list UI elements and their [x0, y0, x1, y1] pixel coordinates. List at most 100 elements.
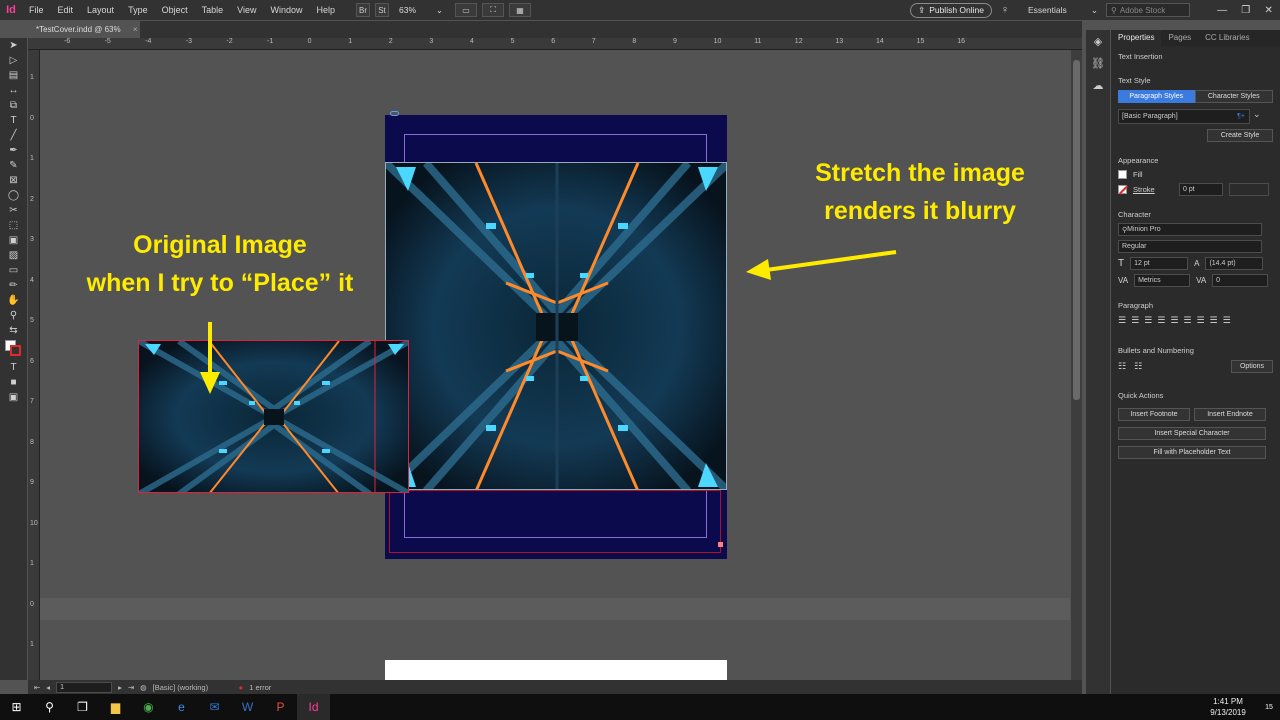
workspace-switcher[interactable]: Essentials ⌄ [1028, 5, 1098, 16]
content-collector-icon[interactable]: ⧉ [0, 98, 27, 113]
justify-all-icon[interactable]: ☰ [1196, 315, 1204, 326]
type-tool-icon[interactable]: T [0, 113, 27, 128]
free-transform-tool-icon[interactable]: ⬚ [0, 218, 27, 233]
ellipse-tool-icon[interactable]: ◯ [0, 188, 27, 203]
content-grabber-icon[interactable] [390, 111, 399, 116]
view-options-button[interactable]: ⛶ [482, 3, 504, 17]
character-styles-tab[interactable]: Character Styles [1194, 90, 1273, 103]
gap-tool-icon[interactable]: ↔ [0, 83, 27, 98]
preflight-profile[interactable]: [Basic] (working) [153, 683, 233, 692]
last-page-icon[interactable]: ⇥ [128, 683, 134, 692]
layers-icon[interactable]: ◈ [1086, 30, 1110, 52]
align-towards-spine-icon[interactable]: ☰ [1210, 315, 1218, 326]
scissors-tool-icon[interactable]: ✂ [0, 203, 27, 218]
word-icon[interactable]: W [231, 694, 264, 720]
stroke-weight-input[interactable]: 0 pt [1179, 183, 1223, 196]
line-tool-icon[interactable]: ╱ [0, 128, 27, 143]
apply-color-icon[interactable]: ■ [0, 375, 27, 390]
cc-libraries-icon[interactable]: ☁ [1086, 74, 1110, 96]
pencil-tool-icon[interactable]: ✎ [0, 158, 27, 173]
direct-selection-tool-icon[interactable]: ▷ [0, 53, 27, 68]
system-clock[interactable]: 1:41 PM 9/13/2019 [1198, 696, 1258, 718]
menu-layout[interactable]: Layout [80, 0, 121, 20]
fill-stroke-swatches[interactable] [0, 338, 27, 360]
insert-footnote-button[interactable]: Insert Footnote [1118, 408, 1190, 421]
stretched-image-frame[interactable] [385, 162, 727, 490]
outlook-icon[interactable]: ✉ [198, 694, 231, 720]
stroke-label[interactable]: Stroke [1133, 185, 1173, 194]
menu-type[interactable]: Type [121, 0, 155, 20]
align-left-icon[interactable]: ☰ [1118, 315, 1126, 326]
justify-left-icon[interactable]: ☰ [1157, 315, 1165, 326]
horizontal-ruler[interactable]: -6 -5 -4 -3 -2 -1 0 1 2 3 4 5 6 7 8 9 10 11 12 13 14 15 16 [28, 38, 1082, 50]
menu-edit[interactable]: Edit [51, 0, 81, 20]
screen-mode-icon[interactable]: ▣ [0, 390, 27, 405]
stroke-none-swatch[interactable] [1118, 185, 1129, 195]
bullets-options-button[interactable]: Options [1231, 360, 1273, 373]
gradient-feather-tool-icon[interactable]: ▨ [0, 248, 27, 263]
note-tool-icon[interactable]: ▭ [0, 263, 27, 278]
menu-table[interactable]: Table [195, 0, 231, 20]
bullets-icon[interactable]: ☷ [1118, 361, 1126, 372]
stroke-type-select[interactable] [1229, 183, 1269, 196]
hand-tool-icon[interactable]: ✋ [0, 293, 27, 308]
close-icon[interactable]: × [133, 25, 138, 34]
preflight-icon[interactable]: ◍ [140, 683, 147, 692]
insert-endnote-button[interactable]: Insert Endnote [1194, 408, 1266, 421]
pen-tool-icon[interactable]: ✒ [0, 143, 27, 158]
align-center-icon[interactable]: ☰ [1131, 315, 1139, 326]
formatting-affects-text-icon[interactable]: T [0, 360, 27, 375]
vertical-scrollbar-thumb[interactable] [1073, 60, 1080, 400]
lightbulb-icon[interactable]: ♀ [996, 4, 1014, 16]
windows-start-icon[interactable]: ⊞ [0, 694, 33, 720]
numbering-icon[interactable]: ☷ [1134, 361, 1142, 372]
insert-special-character-button[interactable]: Insert Special Character [1118, 427, 1266, 440]
previous-page-icon[interactable]: ◂ [46, 683, 50, 692]
arrange-documents-button[interactable]: ▦ [509, 3, 531, 17]
first-page-icon[interactable]: ⇤ [34, 683, 40, 692]
stroke-swatch[interactable] [10, 345, 21, 356]
selection-tool-icon[interactable]: ➤ [0, 38, 27, 53]
menu-window[interactable]: Window [263, 0, 309, 20]
tracking-input[interactable]: 0 [1212, 274, 1269, 287]
font-family-select[interactable]: ⚲ Minion Pro [1118, 223, 1262, 236]
chevron-down-icon[interactable]: ⌄ [1253, 109, 1263, 124]
indesign-taskbar-icon[interactable]: Id [297, 694, 330, 720]
zoom-select[interactable]: 63% ⌄ [399, 5, 443, 16]
page-tool-icon[interactable]: ▤ [0, 68, 27, 83]
page-number-input[interactable]: 1 [56, 681, 113, 693]
bridge-button[interactable]: Br [356, 3, 370, 17]
notification-count[interactable]: 15 [1258, 694, 1280, 720]
leading-input[interactable]: (14.4 pt) [1205, 257, 1264, 270]
close-icon[interactable]: ✕ [1264, 5, 1272, 16]
kerning-select[interactable]: Metrics [1134, 274, 1191, 287]
restore-icon[interactable]: ❐ [1241, 5, 1250, 16]
font-size-input[interactable]: 12 pt [1130, 257, 1189, 270]
panel-tab-pages[interactable]: Pages [1161, 30, 1198, 46]
page-2[interactable] [385, 660, 727, 681]
paragraph-style-select[interactable]: [Basic Paragraph] ¶+ [1118, 109, 1250, 124]
panel-tab-cc-libraries[interactable]: CC Libraries [1198, 30, 1256, 46]
justify-right-icon[interactable]: ☰ [1183, 315, 1191, 326]
vertical-ruler[interactable]: 1 0 1 2 3 4 5 6 7 8 9 10 1 0 1 [28, 50, 40, 680]
stock-button[interactable]: St [375, 3, 389, 17]
links-icon[interactable]: ⛓ [1086, 52, 1110, 74]
search-icon[interactable]: ⚲ [33, 694, 66, 720]
menu-help[interactable]: Help [309, 0, 342, 20]
bleed-text-frame[interactable] [389, 490, 721, 553]
edge-icon[interactable]: e [165, 694, 198, 720]
fill-placeholder-text-button[interactable]: Fill with Placeholder Text [1118, 446, 1266, 459]
gradient-swatch-tool-icon[interactable]: ▣ [0, 233, 27, 248]
error-count[interactable]: 1 error [249, 683, 271, 692]
screen-mode-button[interactable]: ▭ [455, 3, 477, 17]
swap-fill-stroke-icon[interactable]: ⇆ [0, 323, 27, 338]
overset-text-icon[interactable] [718, 542, 723, 547]
align-away-spine-icon[interactable]: ☰ [1223, 315, 1231, 326]
next-page-icon[interactable]: ▸ [118, 683, 122, 692]
font-style-select[interactable]: Regular [1118, 240, 1262, 253]
file-explorer-icon[interactable]: ▆ [99, 694, 132, 720]
eyedropper-tool-icon[interactable]: ✏ [0, 278, 27, 293]
paragraph-styles-tab[interactable]: Paragraph Styles [1118, 90, 1195, 103]
zoom-tool-icon[interactable]: ⚲ [0, 308, 27, 323]
menu-file[interactable]: File [22, 0, 51, 20]
